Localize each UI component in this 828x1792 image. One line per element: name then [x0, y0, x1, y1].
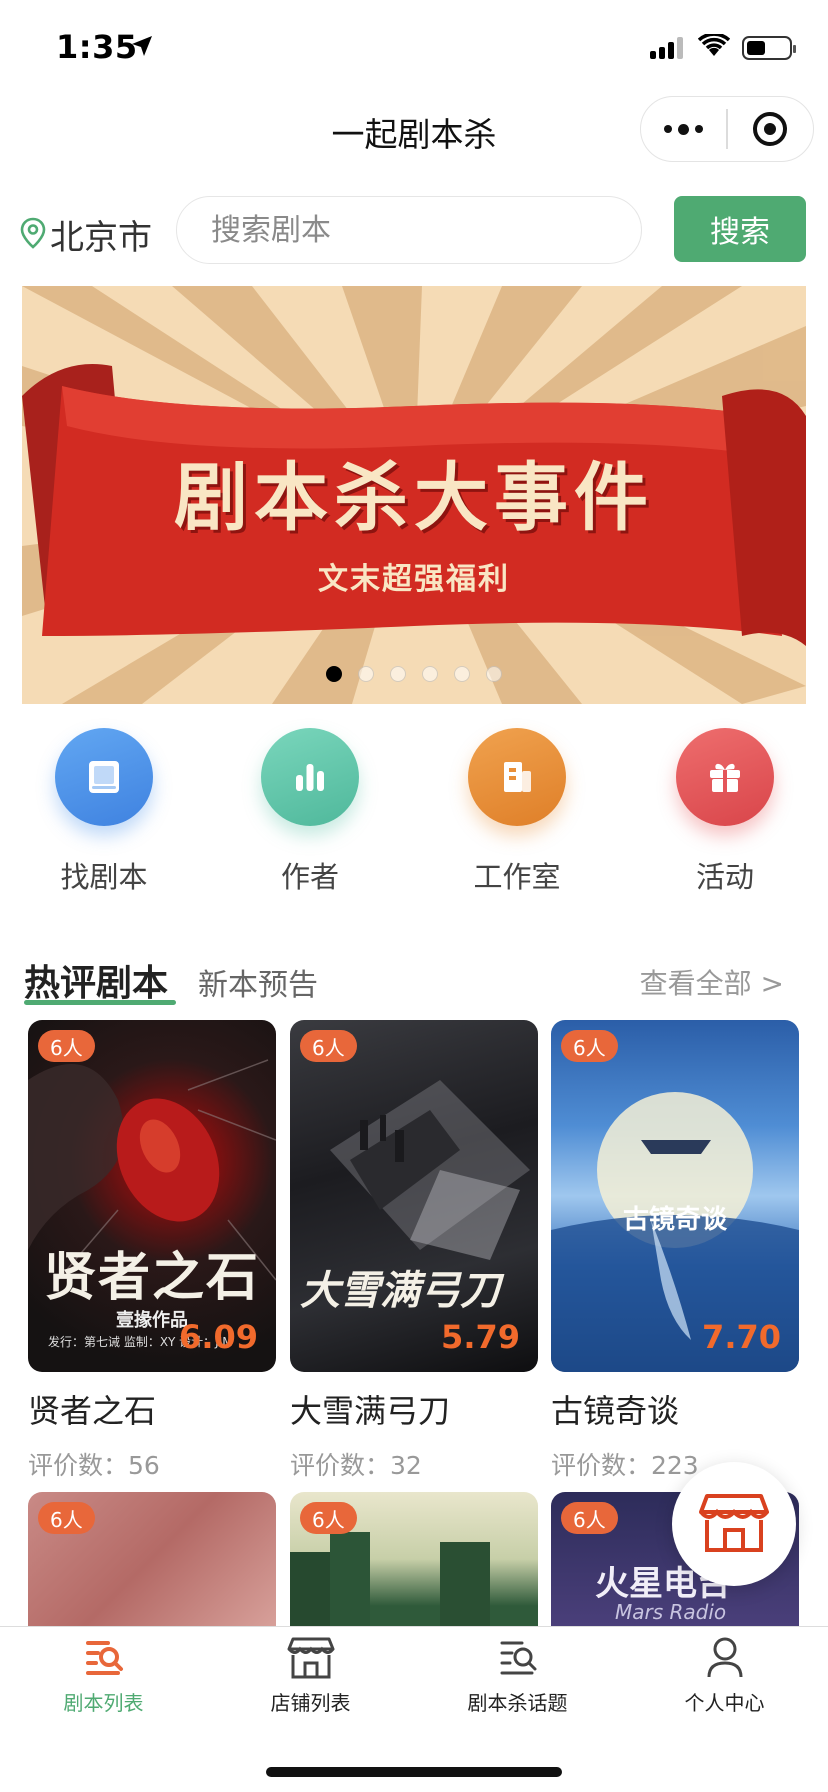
script-card[interactable]: 6人 古镜奇谈 7.70 古镜奇谈 评价数：223	[551, 1020, 799, 1482]
carousel-dot[interactable]	[454, 666, 470, 682]
book-icon	[55, 728, 153, 826]
players-badge: 6人	[38, 1502, 95, 1534]
poster-title: 贤者之石	[43, 1247, 260, 1308]
shop-icon	[287, 1637, 335, 1683]
carousel-dot[interactable]	[390, 666, 406, 682]
players-badge: 6人	[300, 1030, 357, 1062]
nav-bar: 一起剧本杀	[0, 96, 828, 188]
status-time: 1:35	[56, 28, 138, 66]
tab-shop-list[interactable]: 店铺列表	[207, 1635, 414, 1716]
status-bar: 1:35	[0, 0, 828, 96]
tab-topics[interactable]: 剧本杀话题	[414, 1635, 621, 1716]
floating-shop-button[interactable]	[672, 1462, 796, 1586]
carousel-dot[interactable]	[422, 666, 438, 682]
review-count: 评价数：32	[290, 1451, 422, 1480]
players-badge: 6人	[300, 1502, 357, 1534]
bar-chart-icon	[261, 728, 359, 826]
tab-script-list[interactable]: 剧本列表	[0, 1635, 207, 1716]
category-author[interactable]: 作者	[240, 728, 380, 896]
city-selector[interactable]: 北京市	[20, 210, 152, 259]
view-all-link[interactable]: 查看全部 >	[640, 962, 784, 1002]
script-poster: 6人	[28, 1492, 276, 1626]
carousel-dot[interactable]	[358, 666, 374, 682]
signal-icon	[650, 37, 686, 59]
carousel-dot[interactable]	[326, 666, 342, 682]
search-button[interactable]: 搜索	[674, 196, 806, 262]
location-pin-icon	[20, 217, 46, 253]
poster-subtitle: Mars Radio	[615, 1600, 727, 1624]
banner-subtitle: 文末超强福利	[318, 562, 510, 597]
script-poster: 6人 古镜奇谈 7.70	[551, 1020, 799, 1372]
tab-new-scripts[interactable]: 新本预告	[198, 960, 318, 1004]
script-card[interactable]: 6人 大雪满弓刀 5.79 大雪满弓刀 评价数：32	[290, 1020, 538, 1482]
user-icon	[703, 1637, 747, 1683]
script-poster: 6人 贤者之石 壹掾作品 发行：第七诫 监制：XY 设计：JIM 6.09	[28, 1020, 276, 1372]
script-poster: 6人 大雪满弓刀 5.79	[290, 1020, 538, 1372]
score-label: 7.70	[702, 1318, 781, 1356]
category-label: 工作室	[473, 860, 561, 894]
players-badge: 6人	[561, 1502, 618, 1534]
section-header: 热评剧本 新本预告 查看全部 >	[0, 946, 828, 1006]
category-find-script[interactable]: 找剧本	[34, 728, 174, 896]
tab-label: 剧本列表	[63, 1691, 144, 1715]
home-indicator	[266, 1767, 562, 1777]
tab-label: 剧本杀话题	[467, 1691, 568, 1715]
search-input[interactable]	[177, 197, 641, 263]
tab-label: 个人中心	[684, 1691, 765, 1715]
topic-icon	[496, 1641, 540, 1683]
players-badge: 6人	[38, 1030, 95, 1062]
search-box	[176, 196, 642, 264]
category-label: 作者	[280, 860, 339, 894]
script-card[interactable]: 6人	[290, 1492, 538, 1626]
script-card[interactable]: 6人 贤者之石 壹掾作品 发行：第七诫 监制：XY 设计：JIM 6.09 贤者…	[28, 1020, 276, 1482]
close-target-icon[interactable]	[728, 97, 813, 161]
category-activity[interactable]: 活动	[655, 728, 795, 896]
mini-program-capsule	[640, 96, 814, 162]
category-label: 找剧本	[60, 860, 148, 894]
tab-label: 店铺列表	[270, 1691, 351, 1715]
tab-bar: 剧本列表 店铺列表 剧本杀话题 个人中心	[0, 1626, 828, 1792]
building-icon	[468, 728, 566, 826]
tab-hot-scripts[interactable]: 热评剧本	[24, 954, 168, 1006]
poster-title: 大雪满弓刀	[300, 1267, 500, 1314]
banner-carousel[interactable]: 剧本杀大事件 文末超强福利	[22, 286, 806, 704]
tab-profile[interactable]: 个人中心	[621, 1635, 828, 1716]
location-arrow-icon	[130, 34, 154, 62]
active-tab-underline	[24, 1000, 176, 1005]
players-badge: 6人	[561, 1030, 618, 1062]
city-label: 北京市	[50, 218, 152, 258]
script-name: 贤者之石	[28, 1392, 157, 1430]
category-nav: 找剧本 作者 工作室 活动	[0, 728, 828, 898]
more-icon[interactable]	[641, 97, 726, 161]
carousel-dot[interactable]	[486, 666, 502, 682]
gift-icon	[676, 728, 774, 826]
carousel-dots	[22, 666, 806, 682]
script-card[interactable]: 6人	[28, 1492, 276, 1626]
shop-icon	[699, 1490, 769, 1558]
script-poster: 6人	[290, 1492, 538, 1626]
search-row: 北京市 搜索	[0, 194, 828, 270]
score-label: 6.09	[179, 1318, 258, 1356]
banner-title: 剧本杀大事件	[174, 455, 654, 541]
battery-icon	[742, 36, 796, 60]
list-search-icon	[82, 1641, 126, 1683]
script-name: 古镜奇谈	[551, 1392, 680, 1430]
category-label: 活动	[695, 860, 754, 894]
review-count: 评价数：56	[28, 1451, 160, 1480]
script-name: 大雪满弓刀	[290, 1392, 451, 1430]
poster-title: 古镜奇谈	[622, 1205, 727, 1235]
score-label: 5.79	[441, 1318, 520, 1356]
wifi-icon	[697, 32, 731, 62]
category-studio[interactable]: 工作室	[447, 728, 587, 896]
